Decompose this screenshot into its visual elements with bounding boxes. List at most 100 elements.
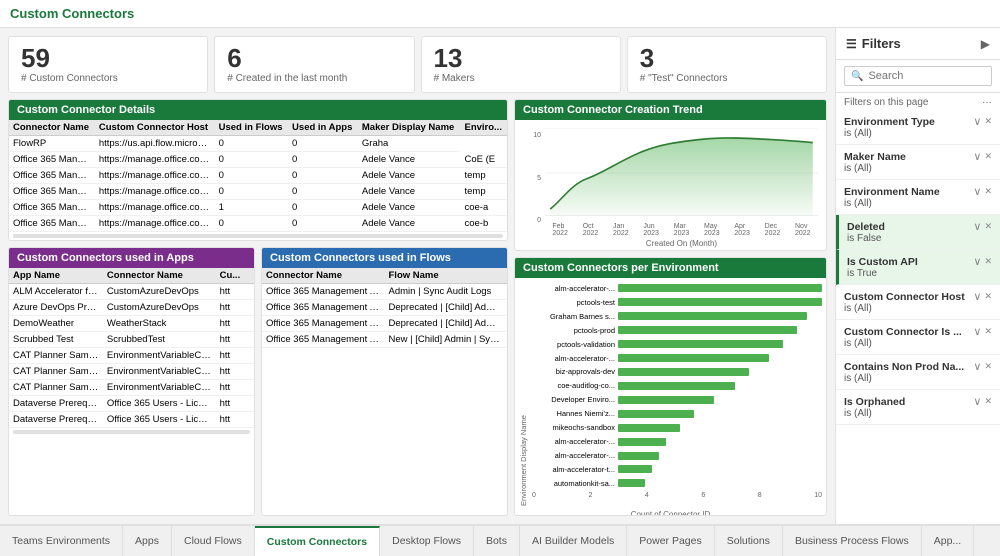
clear-icon[interactable]: ✕ xyxy=(984,151,992,162)
table-row: CAT Planner Sample AppEnvironmentVariabl… xyxy=(9,364,254,380)
x-axis-label: Created On (Month) xyxy=(545,239,818,248)
col-apps: Used in Apps xyxy=(288,120,358,136)
chevron-down-icon[interactable]: ∨ xyxy=(973,395,981,408)
chevron-down-icon[interactable]: ∨ xyxy=(973,220,981,233)
filter-item[interactable]: Deleted∨✕is False xyxy=(836,215,1000,250)
tab-cloud-flows[interactable]: Cloud Flows xyxy=(172,526,255,556)
filter-item-name: Custom Connector Is ... xyxy=(844,326,962,338)
table-row: Azure DevOps ProjectsCustomAzureDevOpsht… xyxy=(9,300,254,316)
clear-icon[interactable]: ✕ xyxy=(984,396,992,407)
bar-label: alm-accelerator-... xyxy=(530,354,615,363)
filter-item[interactable]: Is Orphaned∨✕is (All) xyxy=(836,390,1000,425)
clear-icon[interactable]: ✕ xyxy=(984,326,992,337)
filter-search-area: 🔍 xyxy=(836,60,1000,93)
chevron-down-icon[interactable]: ∨ xyxy=(973,255,981,268)
bar-label: pctools-prod xyxy=(530,326,615,335)
bar xyxy=(618,438,666,446)
env-y-label: Environment Display Name xyxy=(519,282,528,506)
bar-row: pctools-prod xyxy=(530,326,822,335)
table-row: Office 365 Management APIDeprecated | [C… xyxy=(262,316,507,332)
x-label-dec: Dec2022 xyxy=(765,223,781,237)
bar xyxy=(618,354,769,362)
tab-teams-environments[interactable]: Teams Environments xyxy=(0,526,123,556)
filters-title: ☰ Filters xyxy=(846,36,901,51)
bar-label: pctools-validation xyxy=(530,340,615,349)
x-label-jan: Jan2022 xyxy=(613,223,629,237)
bar xyxy=(618,479,645,487)
tab-business-process-flows[interactable]: Business Process Flows xyxy=(783,526,922,556)
apps-table: App Name Connector Name Cu... ALM Accele… xyxy=(9,268,254,428)
connectors-flows-section: Custom Connectors used in Flows Connecto… xyxy=(261,247,508,516)
clear-icon[interactable]: ✕ xyxy=(984,116,992,127)
filter-item-value: is (All) xyxy=(844,408,992,419)
table-row: Office 365 Management APIAdmin | Sync Au… xyxy=(262,284,507,300)
card-label-0: # Custom Connectors xyxy=(21,73,195,84)
card-label-2: # Makers xyxy=(434,73,608,84)
filter-item-name: Custom Connector Host xyxy=(844,291,965,303)
filter-item[interactable]: Custom Connector Is ...∨✕is (All) xyxy=(836,320,1000,355)
bar-row: Hannes Niemi'z... xyxy=(530,409,822,418)
bar-row: pctools-validation xyxy=(530,340,822,349)
chevron-down-icon[interactable]: ∨ xyxy=(973,150,981,163)
tab-bots[interactable]: Bots xyxy=(474,526,520,556)
clear-icon[interactable]: ✕ xyxy=(984,221,992,232)
tab-desktop-flows[interactable]: Desktop Flows xyxy=(380,526,474,556)
card-label-3: # "Test" Connectors xyxy=(640,73,814,84)
connectors-apps-section: Custom Connectors used in Apps App Name … xyxy=(8,247,255,516)
chevron-down-icon[interactable]: ∨ xyxy=(973,115,981,128)
bar xyxy=(618,465,652,473)
bar-row: biz-approvals-dev xyxy=(530,367,822,376)
bar xyxy=(618,312,807,320)
bar-row: pctools-test xyxy=(530,298,822,307)
summary-card-2: 13 # Makers xyxy=(421,36,621,93)
tab-power-pages[interactable]: Power Pages xyxy=(627,526,714,556)
tab-apps[interactable]: Apps xyxy=(123,526,172,556)
clear-icon[interactable]: ✕ xyxy=(984,256,992,267)
tab-custom-connectors[interactable]: Custom Connectors xyxy=(255,526,380,556)
table-row: FlowRPhttps://us.api.flow.microsoft.c om… xyxy=(9,136,507,152)
table-row: Office 365 Management API Newhttps://man… xyxy=(9,200,507,216)
apps-col-cu: Cu... xyxy=(216,268,254,284)
y-label-10: 10 xyxy=(523,132,541,139)
table-row: Office 365 Management APIhttps://manage.… xyxy=(9,168,507,184)
table-row: Scrubbed TestScrubbedTesthtt xyxy=(9,332,254,348)
filters-header: ☰ Filters ▶ xyxy=(836,28,1000,60)
filter-item[interactable]: Custom Connector Host∨✕is (All) xyxy=(836,285,1000,320)
x-tick-0: 0 xyxy=(532,492,536,499)
tab-solutions[interactable]: Solutions xyxy=(715,526,783,556)
bar-label: Hannes Niemi'z... xyxy=(530,409,615,418)
tab-ai-builder-models[interactable]: AI Builder Models xyxy=(520,526,627,556)
chevron-down-icon[interactable]: ∨ xyxy=(973,325,981,338)
bar xyxy=(618,396,714,404)
chevron-down-icon[interactable]: ∨ xyxy=(973,290,981,303)
table-row: FlowTestFlowRPhtt xyxy=(9,428,254,429)
filter-item[interactable]: Maker Name∨✕is (All) xyxy=(836,145,1000,180)
filter-item[interactable]: Environment Type∨✕is (All) xyxy=(836,110,1000,145)
filter-item[interactable]: Contains Non Prod Na...∨✕is (All) xyxy=(836,355,1000,390)
clear-icon[interactable]: ✕ xyxy=(984,291,992,302)
bar-row: alm-accelerator-... xyxy=(530,354,822,363)
filter-item[interactable]: Environment Name∨✕is (All) xyxy=(836,180,1000,215)
search-input[interactable] xyxy=(868,70,985,82)
tab-app...[interactable]: App... xyxy=(922,526,974,556)
filters-more-icon[interactable]: ··· xyxy=(982,97,992,108)
table-row: Office 365 Management API NewNew | [Chil… xyxy=(262,332,507,348)
env-chart: Custom Connectors per Environment Enviro… xyxy=(514,257,827,516)
chevron-down-icon[interactable]: ∨ xyxy=(973,185,981,198)
bottom-tabs: Teams EnvironmentsAppsCloud FlowsCustom … xyxy=(0,524,1000,556)
clear-icon[interactable]: ✕ xyxy=(984,186,992,197)
bar-label: pctools-test xyxy=(530,298,615,307)
filter-items-list: Environment Type∨✕is (All)Maker Name∨✕is… xyxy=(836,110,1000,524)
x-label-mar: Mar2023 xyxy=(674,223,690,237)
chevron-down-icon[interactable]: ∨ xyxy=(973,360,981,373)
table-row: ALM Accelerator for Power PlatformCustom… xyxy=(9,284,254,300)
apps-col-connector: Connector Name xyxy=(103,268,216,284)
search-icon: 🔍 xyxy=(851,71,863,82)
x-label-nov: Nov2022 xyxy=(795,223,811,237)
clear-icon[interactable]: ✕ xyxy=(984,361,992,372)
bar xyxy=(618,452,659,460)
filter-item-value: is True xyxy=(847,268,992,279)
filters-expand-icon[interactable]: ▶ xyxy=(981,37,990,51)
filter-item[interactable]: Is Custom API∨✕is True xyxy=(836,250,1000,285)
flows-col-flow: Flow Name xyxy=(385,268,508,284)
